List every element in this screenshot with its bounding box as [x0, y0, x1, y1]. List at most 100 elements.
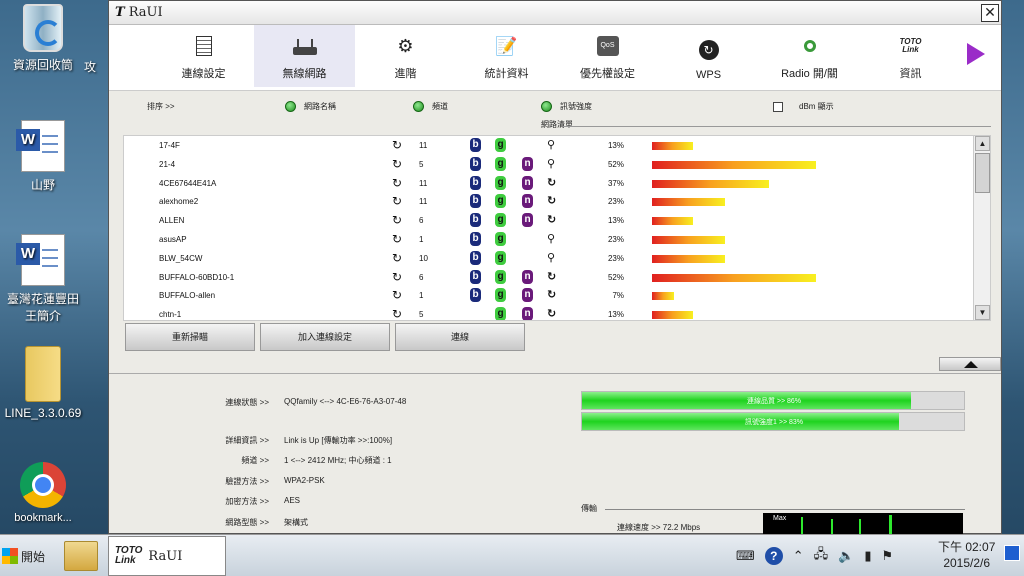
- sort-by-signal[interactable]: 訊號強度: [541, 101, 592, 112]
- next-arrow-icon[interactable]: [967, 43, 985, 65]
- desktop-icon-partial[interactable]: 攻: [70, 58, 110, 75]
- windows-flag-icon: [2, 548, 18, 564]
- network-row[interactable]: chtn-1 ↻ 5 g n ↻ 13%: [124, 305, 974, 320]
- mode-n-icon: n: [522, 269, 533, 284]
- sort-ssid-label: 網路名稱: [304, 102, 336, 111]
- network-channel: 11: [419, 141, 428, 150]
- clock-time: 下午 02:07: [938, 540, 996, 554]
- desktop-icon-chrome[interactable]: bookmark...: [0, 462, 86, 524]
- taskbar: 開始 TOTO Link RaUI ⌨ ? ⌃ 🖧 🔈 ▮ ⚑ 下午 02:07…: [0, 534, 1024, 576]
- desktop-icon-word-doc-2[interactable]: W 臺灣花蓮豐田 王簡介: [0, 234, 86, 324]
- network-channel: 10: [419, 253, 428, 263]
- tab-advanced[interactable]: ⚙ 進階: [355, 25, 456, 87]
- desktop-icon-word-doc-1[interactable]: W 山野: [0, 120, 86, 193]
- collapse-arrow-button[interactable]: [939, 357, 1001, 371]
- signal-strength-meter: 訊號強度1 >> 83%: [581, 412, 965, 431]
- tab-about[interactable]: TOTO Link 資訊: [860, 25, 961, 87]
- tab-wireless-network[interactable]: 無線網路: [254, 25, 355, 87]
- signal-icon: ↻: [392, 250, 403, 265]
- signal-bar: [652, 142, 693, 150]
- start-button[interactable]: 開始: [2, 541, 52, 571]
- status-label: 連線狀態 >>: [225, 398, 269, 407]
- tab-label: 無線網路: [282, 68, 327, 80]
- signal-icon: ↻: [392, 156, 403, 171]
- detail-value: Link is Up [傳輸功率 >>:100%]: [284, 436, 393, 445]
- flag-alert-icon[interactable]: ⚑: [882, 548, 894, 564]
- tab-connection-settings[interactable]: 連線設定: [153, 25, 254, 87]
- mode-n-icon: n: [522, 175, 533, 190]
- sort-button[interactable]: 排序 >>: [147, 101, 175, 112]
- mode-g-icon: g: [495, 269, 506, 284]
- network-list[interactable]: 17-4F ↻ 11 b g ⚲ 13% 21-4 ↻ 5 b g n ⚲ 52% 4CE67644E41A ↻…: [123, 135, 991, 321]
- window-titlebar[interactable]: T RaUI ✕: [109, 1, 1001, 25]
- network-row[interactable]: BLW_54CW ↻ 10 b g ⚲ 23%: [124, 249, 974, 268]
- tab-statistics[interactable]: 📝 統計資料: [456, 25, 557, 87]
- volume-icon[interactable]: 🔈: [838, 548, 854, 564]
- sort-signal-label: 訊號強度: [560, 102, 592, 111]
- detail-label: 詳細資訊 >>: [225, 436, 269, 445]
- clock[interactable]: 下午 02:07 2015/2/6: [938, 539, 995, 571]
- show-desktop-button[interactable]: [1004, 545, 1020, 561]
- tab-radio-toggle[interactable]: Radio 開/關: [759, 25, 860, 87]
- add-profile-button[interactable]: 加入連線設定: [260, 323, 390, 351]
- keyboard-icon[interactable]: ⌨: [736, 548, 755, 564]
- graph-spike: [889, 515, 892, 535]
- connect-button[interactable]: 連線: [395, 323, 525, 351]
- network-row[interactable]: ALLEN ↻ 6 b g n ↻ 13%: [124, 211, 974, 230]
- mode-b-icon: b: [470, 213, 481, 228]
- network-signal-percent: 52%: [607, 159, 624, 169]
- main-toolbar: 連線設定 無線網路 ⚙ 進階 📝 統計資料 QoS 優先權設定 ↻ WPS Ra…: [109, 25, 1001, 91]
- sort-by-ssid[interactable]: 網路名稱: [285, 101, 336, 112]
- mode-g-icon: g: [495, 138, 506, 152]
- dbm-display-checkbox[interactable]: dBm 顯示: [773, 101, 834, 112]
- key-icon: ⚲: [547, 157, 556, 170]
- scroll-down-arrow-icon[interactable]: ▼: [975, 305, 990, 320]
- network-signal-percent: 7%: [612, 291, 624, 301]
- wps-icon: ↻: [547, 270, 557, 283]
- network-row[interactable]: alexhome2 ↻ 11 b g n ↻ 23%: [124, 192, 974, 211]
- window-title: RaUI: [128, 5, 163, 20]
- network-signal-percent: 23%: [607, 235, 624, 244]
- graph-max-label: Max: [773, 515, 787, 522]
- antenna-icon: [798, 35, 822, 57]
- tray-expand-icon[interactable]: ⌃: [793, 548, 804, 564]
- network-channel: 11: [419, 178, 428, 188]
- network-row[interactable]: 21-4 ↻ 5 b g n ⚲ 52%: [124, 155, 974, 174]
- list-scrollbar[interactable]: ▲ ▼: [973, 136, 990, 320]
- network-signal-percent: 37%: [607, 178, 624, 188]
- tab-label: 優先權設定: [580, 68, 635, 80]
- signal-icon: ↻: [392, 269, 403, 284]
- tab-qos[interactable]: QoS 優先權設定: [557, 25, 658, 87]
- graph-spike: [831, 519, 833, 535]
- mode-g-icon: g: [495, 288, 506, 303]
- tab-wps[interactable]: ↻ WPS: [658, 25, 759, 87]
- explorer-taskbar-icon[interactable]: [64, 541, 98, 571]
- network-icon[interactable]: 🖧: [814, 545, 829, 567]
- help-icon[interactable]: ?: [764, 547, 783, 565]
- mode-b-icon: b: [470, 232, 481, 246]
- desktop-icon-line-folder[interactable]: LINE_3.3.0.69: [0, 346, 86, 420]
- network-row[interactable]: 17-4F ↻ 11 b g ⚲ 13%: [124, 136, 974, 155]
- router-icon: [292, 35, 317, 57]
- scroll-thumb[interactable]: [975, 153, 990, 193]
- signal-bar: [652, 273, 816, 282]
- rescan-button[interactable]: 重新掃瞄: [125, 323, 255, 351]
- network-ssid: BLW_54CW: [159, 253, 203, 263]
- key-icon: ⚲: [547, 251, 556, 264]
- wifi-bars-icon[interactable]: ▮: [864, 548, 871, 564]
- network-row[interactable]: BUFFALO-60BD10-1 ↻ 6 b g n ↻ 52%: [124, 268, 974, 287]
- network-row[interactable]: asusAP ↻ 1 b g ⚲ 23%: [124, 230, 974, 249]
- network-ssid: alexhome2: [159, 197, 199, 207]
- scroll-up-arrow-icon[interactable]: ▲: [975, 136, 990, 151]
- signal-bar: [652, 311, 693, 320]
- close-button[interactable]: ✕: [981, 4, 999, 22]
- network-row[interactable]: BUFFALO-allen ↻ 1 b g n ↻ 7%: [124, 286, 974, 305]
- taskbar-app-raui[interactable]: TOTO Link RaUI: [108, 536, 226, 576]
- network-row[interactable]: 4CE67644E41A ↻ 11 b g n ↻ 37%: [124, 174, 974, 193]
- mode-b-icon: b: [470, 175, 481, 190]
- signal-icon: ↻: [392, 288, 403, 303]
- network-signal-percent: 52%: [607, 272, 624, 282]
- sort-by-channel[interactable]: 頻道: [413, 101, 448, 112]
- mode-b-icon: b: [470, 194, 481, 209]
- wps-icon: ↻: [547, 195, 557, 208]
